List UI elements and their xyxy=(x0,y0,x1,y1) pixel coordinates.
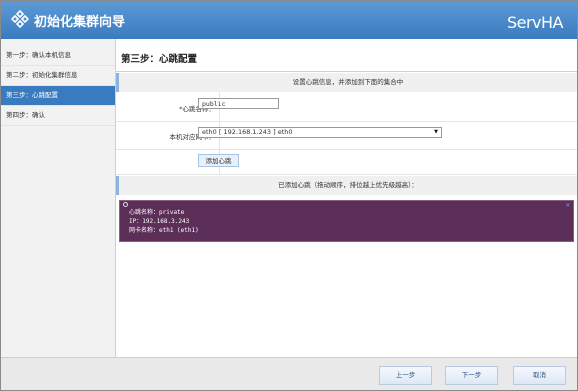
name-row: *心跳名称： xyxy=(116,92,577,122)
sidebar-step-2[interactable]: 第二步：初始化集群信息 xyxy=(1,66,115,86)
heartbeat-name-input[interactable]: public xyxy=(198,98,279,109)
main-panel: 第三步：心跳配置 设置心跳信息，并添加到下面的集合中 *心跳名称： 本机对应网卡… xyxy=(116,39,577,357)
prev-button[interactable]: 上一步 xyxy=(379,366,432,385)
add-row xyxy=(116,149,577,175)
heartbeat-ip: IP：192.168.3.243 xyxy=(129,218,190,225)
nic-select-value: eth0 [ 192.168.1.243 ] eth0 xyxy=(202,128,293,136)
title-divider xyxy=(116,71,577,72)
add-heartbeat-button[interactable]: 添加心跳 xyxy=(198,154,239,167)
heartbeat-name: 心跳名称：private xyxy=(129,209,185,216)
drag-handle-icon[interactable] xyxy=(123,202,128,207)
close-icon[interactable]: ✕ xyxy=(566,201,570,209)
heartbeat-item[interactable]: 心跳名称：private IP：192.168.3.243 网卡名称：eth1 … xyxy=(119,200,574,242)
heartbeat-nic: 网卡名称：eth1 (eth1) xyxy=(129,227,199,234)
sidebar-step-4[interactable]: 第四步：确认 xyxy=(1,106,115,126)
chevron-down-icon: ▼ xyxy=(434,129,438,135)
sidebar-step-1[interactable]: 第一步：确认本机信息 xyxy=(1,46,115,66)
sidebar-step-3[interactable]: 第三步：心跳配置 xyxy=(1,86,115,106)
instruction-band: 设置心跳信息，并添加到下面的集合中 xyxy=(116,73,577,92)
added-heartbeats-band: 已添加心跳（拖动顺序，排位越上优先级越高）： xyxy=(116,176,577,195)
window-title: 初始化集群向导 xyxy=(34,15,126,30)
cluster-logo-icon xyxy=(11,10,29,28)
next-button[interactable]: 下一步 xyxy=(445,366,498,385)
page-title: 第三步：心跳配置 xyxy=(121,54,198,65)
cancel-button[interactable]: 取消 xyxy=(513,366,566,385)
title-bar: 初始化集群向导 ServHA xyxy=(1,1,577,39)
brand-logo: ServHA xyxy=(506,13,564,32)
nic-select[interactable]: eth0 [ 192.168.1.243 ] eth0 ▼ xyxy=(198,127,442,138)
step-sidebar: 第一步：确认本机信息 第二步：初始化集群信息 第三步：心跳配置 第四步：确认 xyxy=(1,39,116,357)
wizard-footer: 上一步 下一步 取消 xyxy=(1,357,577,390)
wizard-window: 初始化集群向导 ServHA 第一步：确认本机信息 第二步：初始化集群信息 第三… xyxy=(0,0,578,391)
